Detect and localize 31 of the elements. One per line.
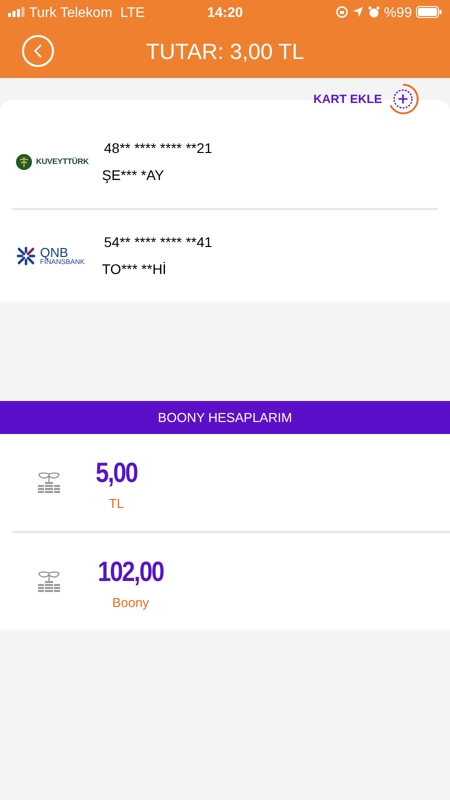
card-holder: TO*** **Hİ	[102, 260, 168, 279]
coin-stack-icon	[36, 568, 62, 594]
bank-logo-text: KUVEYTTÜRK	[36, 156, 89, 168]
account-item[interactable]: 102,00 Boony	[0, 533, 450, 630]
network-type: LTE	[120, 2, 145, 22]
account-unit: Boony	[112, 594, 150, 612]
rotation-lock-icon	[336, 6, 348, 18]
clock-time: 14:20	[207, 2, 243, 22]
bank-logo-text: QNB	[40, 246, 68, 259]
carrier-name: Turk Telekom	[29, 2, 112, 22]
account-item[interactable]: 5,00 TL	[0, 434, 450, 531]
back-icon	[33, 44, 43, 58]
bank-emblem-icon	[16, 154, 32, 170]
account-balance: 5,00	[96, 456, 138, 490]
account-balance: 102,00	[98, 554, 164, 589]
add-card-button[interactable]: KART EKLE	[313, 82, 420, 116]
saved-card-item[interactable]: KUVEYTTÜRK 48** **** **** **21 ŞE*** *AY	[0, 116, 450, 208]
card-number: 54** **** **** **41	[104, 233, 212, 252]
battery-icon	[416, 6, 442, 18]
back-button[interactable]	[22, 35, 54, 67]
bank-emblem-icon	[16, 246, 36, 266]
accounts-header: BOONY HESAPLARIM	[0, 401, 450, 434]
location-icon	[352, 6, 364, 18]
signal-icon	[8, 7, 25, 17]
card-number: 48** **** **** **21	[104, 139, 212, 158]
alarm-icon	[368, 6, 380, 18]
coin-stack-icon	[36, 470, 62, 496]
card-holder: ŞE*** *AY	[102, 166, 165, 185]
header-title: TUTAR: 3,00 TL	[144, 38, 306, 66]
battery-percent: %99	[384, 2, 412, 22]
account-unit: TL	[108, 494, 124, 513]
